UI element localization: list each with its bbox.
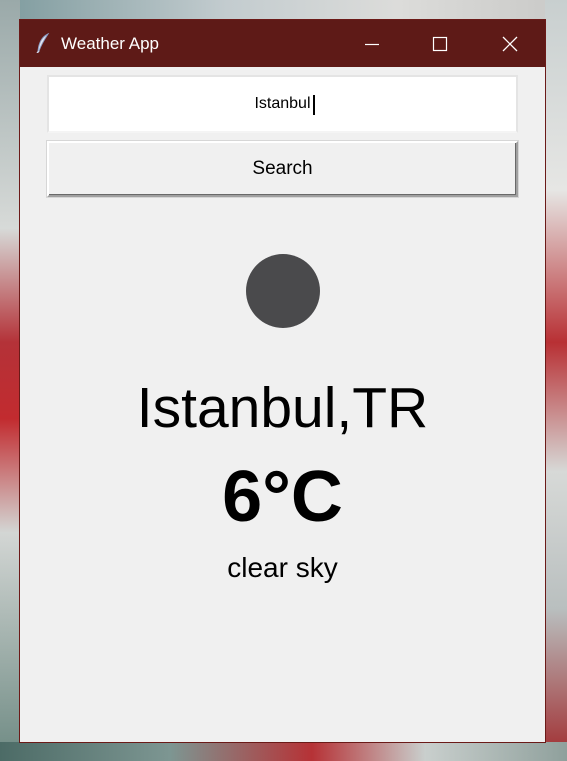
close-icon <box>502 36 518 51</box>
desktop-background-right <box>545 0 567 761</box>
minimize-icon <box>365 43 379 45</box>
title-bar[interactable]: Weather App <box>20 20 545 67</box>
location-label: Istanbul,TR <box>136 376 429 440</box>
temperature-label: 6°C <box>222 457 343 537</box>
desktop-background-bottom <box>0 742 567 761</box>
feather-icon <box>36 32 50 54</box>
minimize-button[interactable] <box>349 20 395 67</box>
maximize-button[interactable] <box>417 20 463 67</box>
window-title: Weather App <box>61 34 159 53</box>
weather-app-window: Weather App Search Istanbul,TR 6°C clear… <box>19 19 546 743</box>
desktop-background-left <box>0 0 20 761</box>
search-button[interactable]: Search <box>47 141 518 197</box>
text-caret <box>313 95 315 115</box>
weather-condition-icon <box>246 254 320 328</box>
close-button[interactable] <box>487 20 533 67</box>
weather-description: clear sky <box>227 552 338 583</box>
desktop-background-top <box>0 0 567 20</box>
city-search-input[interactable] <box>47 75 518 133</box>
maximize-icon <box>432 36 448 51</box>
